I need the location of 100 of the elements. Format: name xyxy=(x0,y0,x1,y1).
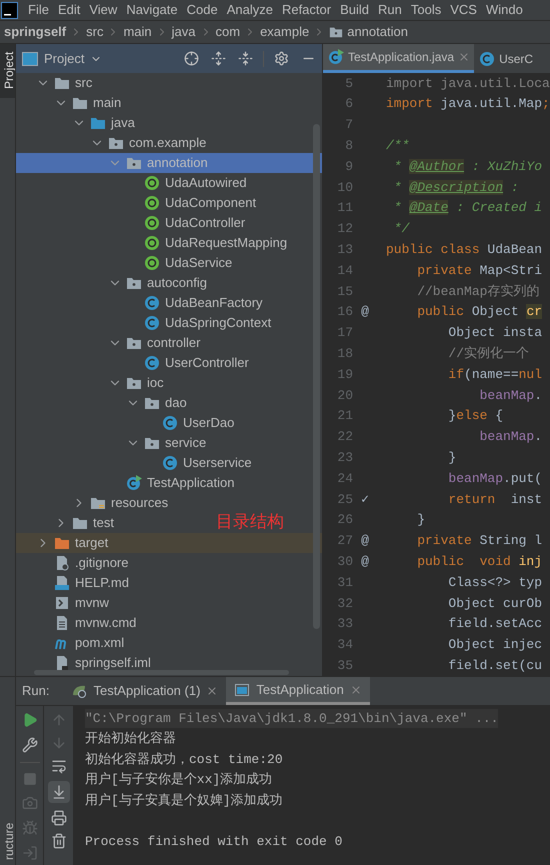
menu-item[interactable]: File xyxy=(28,0,49,20)
code-line: * @Author : XuZhiYo xyxy=(392,158,542,176)
window-icon xyxy=(22,52,38,66)
tree-item[interactable]: UdaSpringContext xyxy=(125,313,276,333)
annotation-note: 目录结构 xyxy=(216,511,284,533)
line-number: 33 xyxy=(336,615,353,634)
code-line: public class UdaBean xyxy=(386,241,542,260)
tree-item[interactable]: UdaBeanFactory xyxy=(125,293,267,313)
tree-item[interactable]: mvnw xyxy=(35,593,113,613)
scrollbar[interactable] xyxy=(34,670,289,675)
tree-item[interactable]: .gitignore xyxy=(35,553,132,573)
tree-item[interactable]: controller xyxy=(107,333,204,353)
run-tab[interactable]: TestApplication (1) xyxy=(63,677,226,705)
console-line: 用户[与子安真是个奴婢]添加成功 xyxy=(85,792,283,810)
line-number: 18 xyxy=(336,345,353,363)
code-line: /** xyxy=(386,137,410,156)
code-line: public Object cr xyxy=(416,303,542,322)
gutter-mark[interactable]: @ xyxy=(361,554,369,569)
menu-item[interactable]: View xyxy=(89,0,118,20)
breadcrumb-item[interactable]: example xyxy=(260,22,310,42)
menu-item[interactable]: Tools xyxy=(410,0,442,20)
code-line: } xyxy=(416,511,426,530)
breadcrumb-item[interactable]: springself xyxy=(4,22,66,42)
tree-item[interactable]: TestApplication xyxy=(107,473,238,493)
tree-item[interactable]: UdaService xyxy=(125,253,236,273)
tree-item[interactable]: main xyxy=(53,93,126,113)
class-icon xyxy=(144,295,160,311)
settings-icon[interactable] xyxy=(274,51,289,66)
run-tab[interactable]: TestApplication xyxy=(226,677,370,705)
crosshair-icon[interactable] xyxy=(184,51,199,66)
folder-icon xyxy=(54,75,70,91)
wrap-icon[interactable] xyxy=(50,758,66,774)
annotation-icon xyxy=(144,235,160,251)
breadcrumb-item[interactable]: main xyxy=(123,22,152,42)
menu-item[interactable]: Edit xyxy=(58,0,80,20)
menu-item[interactable]: Analyze xyxy=(226,0,273,20)
line-number: 20 xyxy=(336,386,353,405)
gutter-mark[interactable]: ✓ xyxy=(361,492,369,507)
tree-item[interactable]: springself.iml xyxy=(35,653,155,673)
close-icon[interactable] xyxy=(206,685,218,697)
editor-tab[interactable]: UserC xyxy=(474,44,538,73)
printer-icon[interactable] xyxy=(50,810,66,826)
wrench-icon[interactable] xyxy=(22,737,38,753)
menu-item[interactable]: Run xyxy=(378,0,402,20)
menu-item[interactable]: Refactor xyxy=(282,0,332,20)
app-logo-icon[interactable] xyxy=(1,2,18,18)
menu-item[interactable]: VCS xyxy=(450,0,477,20)
tree-item[interactable]: Userservice xyxy=(143,453,256,473)
tree-item[interactable]: UdaAutowired xyxy=(125,173,251,193)
line-number: 11 xyxy=(336,199,353,218)
expand-all-icon[interactable] xyxy=(211,51,226,66)
breadcrumb-item[interactable]: annotation xyxy=(347,22,408,42)
scroll-to-end-button[interactable] xyxy=(48,781,70,803)
code-line: private String l xyxy=(416,532,542,550)
breadcrumb-item[interactable]: java xyxy=(172,22,196,42)
annotation-icon xyxy=(144,215,160,231)
close-icon[interactable] xyxy=(350,684,362,696)
line-number: 8 xyxy=(344,137,353,156)
close-icon[interactable] xyxy=(458,51,470,63)
scrollbar[interactable] xyxy=(313,124,320,629)
class-icon xyxy=(144,355,160,371)
tree-item[interactable]: java xyxy=(71,113,139,133)
tree-item[interactable]: pom.xml xyxy=(35,633,128,653)
tree-item[interactable]: service xyxy=(125,433,210,453)
menu-item[interactable]: Navigate xyxy=(126,0,178,20)
tree-item[interactable]: resources xyxy=(71,493,172,513)
side-tab[interactable]: Project xyxy=(0,44,15,98)
menu-item[interactable]: Code xyxy=(186,0,218,20)
tree-item[interactable]: ioc xyxy=(107,373,168,393)
tree-item[interactable]: dao xyxy=(125,393,191,413)
panel-title[interactable]: Project xyxy=(44,48,84,68)
gutter-mark[interactable]: @ xyxy=(361,304,369,320)
code-line: Object curOb xyxy=(447,594,542,613)
tree-item[interactable]: UdaController xyxy=(125,213,250,233)
tree-item[interactable]: UserController xyxy=(125,353,253,373)
folder-icon xyxy=(90,115,106,131)
tree-item[interactable]: mvnw.cmd xyxy=(35,613,140,633)
breadcrumb-item[interactable]: src xyxy=(86,22,104,42)
tree-item[interactable]: HELP.md xyxy=(35,573,133,593)
code-line: beanMap. xyxy=(478,428,542,446)
tree-item[interactable]: com.example xyxy=(89,133,210,153)
tree-item[interactable]: test xyxy=(53,513,118,533)
side-tab[interactable]: ructure xyxy=(0,817,15,865)
tree-item[interactable]: UserDao xyxy=(143,413,238,433)
tree-item[interactable]: src xyxy=(35,73,96,93)
annotation-icon xyxy=(144,175,160,191)
trash-icon[interactable] xyxy=(50,833,66,849)
gutter-mark[interactable]: @ xyxy=(361,533,369,548)
menu-item[interactable]: Windo xyxy=(486,0,523,20)
run-icon[interactable] xyxy=(22,712,38,728)
collapse-all-icon[interactable] xyxy=(238,51,253,66)
code-line: field.setAcc xyxy=(447,615,542,634)
menu-item[interactable]: Build xyxy=(340,0,370,20)
breadcrumb-item[interactable]: com xyxy=(216,22,240,42)
tree-item[interactable]: UdaComponent xyxy=(125,193,260,213)
console-icon xyxy=(234,682,250,698)
editor-tab[interactable]: TestApplication.java xyxy=(323,44,474,73)
tree-item[interactable]: UdaRequestMapping xyxy=(125,233,292,253)
line-number: 13 xyxy=(336,241,353,260)
tree-item[interactable]: autoconfig xyxy=(107,273,211,293)
